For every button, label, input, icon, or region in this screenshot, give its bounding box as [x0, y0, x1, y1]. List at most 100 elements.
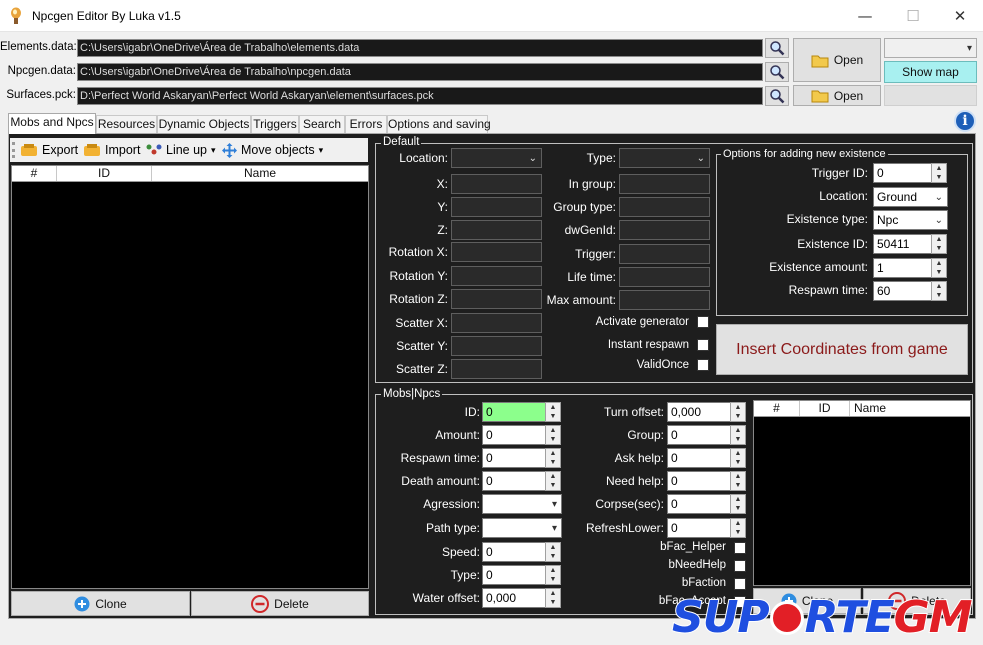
- corpse-field[interactable]: 0: [667, 494, 731, 514]
- instant-respawn-checkbox[interactable]: [697, 339, 709, 351]
- elements-browse-button[interactable]: [765, 38, 789, 58]
- death-amount-spinner[interactable]: ▲ ▼: [545, 471, 561, 491]
- mob-id-spinner[interactable]: ▲ ▼: [545, 402, 561, 422]
- line-up-dropdown[interactable]: Line up ▾: [146, 141, 216, 159]
- existence-id-spinner[interactable]: ▲ ▼: [931, 234, 947, 254]
- scatter-y-field[interactable]: [451, 336, 542, 356]
- dwgenid-field[interactable]: [619, 220, 710, 240]
- minimize-button[interactable]: —: [842, 0, 888, 32]
- location-select[interactable]: ⌄: [451, 148, 542, 168]
- corpse-spinner[interactable]: ▲ ▼: [730, 494, 746, 514]
- surfaces-browse-button[interactable]: [765, 86, 789, 106]
- option-respawn-time-spinner[interactable]: ▲ ▼: [931, 281, 947, 301]
- mobs-npcs-group-title: Mobs|Npcs: [381, 388, 443, 400]
- close-button[interactable]: ✕: [937, 0, 983, 32]
- turn-offset-spinner[interactable]: ▲ ▼: [730, 402, 746, 422]
- column-header-name[interactable]: Name: [152, 166, 368, 181]
- tab-mobs-and-npcs[interactable]: Mobs and Npcs: [8, 113, 96, 134]
- mob-type-spinner[interactable]: ▲ ▼: [545, 565, 561, 585]
- info-icon[interactable]: i: [954, 110, 976, 132]
- option-location-select[interactable]: Ground ⌄: [873, 187, 948, 207]
- trigger-id-spinner[interactable]: ▲ ▼: [931, 163, 947, 183]
- activate-generator-checkbox[interactable]: [697, 316, 709, 328]
- trigger-field[interactable]: [619, 244, 710, 264]
- existence-type-select[interactable]: Npc ⌄: [873, 210, 948, 230]
- maximize-button[interactable]: ☐: [890, 0, 936, 32]
- mob-type-field[interactable]: 0: [482, 565, 546, 585]
- max-amount-field[interactable]: [619, 290, 710, 310]
- path-type-select[interactable]: ▾: [482, 518, 562, 538]
- water-offset-field[interactable]: 0,000: [482, 588, 546, 608]
- show-map-button[interactable]: Show map: [884, 61, 977, 83]
- npcgen-browse-button[interactable]: [765, 62, 789, 82]
- existence-grid[interactable]: # ID Name: [11, 165, 369, 589]
- mob-column-header-name[interactable]: Name: [850, 401, 970, 416]
- existence-amount-spinner[interactable]: ▲ ▼: [931, 258, 947, 278]
- turn-offset-field[interactable]: 0,000: [667, 402, 731, 422]
- need-help-field[interactable]: 0: [667, 471, 731, 491]
- chevron-down-icon: ▼: [935, 292, 943, 299]
- mob-respawn-field[interactable]: 0: [482, 448, 546, 468]
- existence-amount-field[interactable]: 1: [873, 258, 932, 278]
- scatter-x-field[interactable]: [451, 313, 542, 333]
- import-button[interactable]: Import: [83, 141, 140, 159]
- surfaces-path-field[interactable]: D:\Perfect World Askaryan\Perfect World …: [77, 87, 763, 105]
- speed-spinner[interactable]: ▲ ▼: [545, 542, 561, 562]
- tab-resources[interactable]: Resources: [96, 115, 157, 133]
- group-spinner[interactable]: ▲ ▼: [730, 425, 746, 445]
- map-select[interactable]: ▾: [884, 38, 977, 58]
- clone-button[interactable]: Clone: [11, 591, 190, 616]
- x-field[interactable]: [451, 174, 542, 194]
- bneedhelp-checkbox[interactable]: [734, 560, 746, 572]
- rotation-z-field[interactable]: [451, 289, 542, 309]
- move-objects-dropdown[interactable]: Move objects ▾: [222, 141, 323, 159]
- trigger-id-field[interactable]: 0: [873, 163, 932, 183]
- tab-triggers[interactable]: Triggers: [251, 115, 299, 133]
- option-respawn-time-field[interactable]: 60: [873, 281, 932, 301]
- npcgen-path-field[interactable]: C:\Users\igabr\OneDrive\Área de Trabalho…: [77, 63, 763, 81]
- insert-coordinates-button[interactable]: Insert Coordinates from game: [716, 324, 968, 375]
- need-help-spinner[interactable]: ▲ ▼: [730, 471, 746, 491]
- open-surfaces-button[interactable]: Open: [793, 85, 881, 106]
- agression-select[interactable]: ▾: [482, 494, 562, 514]
- scatter-z-field[interactable]: [451, 359, 542, 379]
- bfaction-checkbox[interactable]: [734, 578, 746, 590]
- type-select[interactable]: ⌄: [619, 148, 710, 168]
- title-bar: Npcgen Editor By Luka v1.5 — ☐ ✕: [0, 0, 983, 32]
- water-offset-spinner[interactable]: ▲ ▼: [545, 588, 561, 608]
- y-field[interactable]: [451, 197, 542, 217]
- tab-dynamic-objects[interactable]: Dynamic Objects: [157, 115, 251, 133]
- rotation-x-field[interactable]: [451, 242, 542, 262]
- refresh-lower-spinner[interactable]: ▲ ▼: [730, 518, 746, 538]
- bfac-helper-checkbox[interactable]: [734, 542, 746, 554]
- in-group-field[interactable]: [619, 174, 710, 194]
- rotation-y-field[interactable]: [451, 266, 542, 286]
- elements-path-field[interactable]: C:\Users\igabr\OneDrive\Área de Trabalho…: [77, 39, 763, 57]
- mob-column-header-id[interactable]: ID: [800, 401, 850, 416]
- column-header-id[interactable]: ID: [57, 166, 152, 181]
- mob-amount-field[interactable]: 0: [482, 425, 546, 445]
- delete-button[interactable]: Delete: [191, 591, 369, 616]
- mob-respawn-spinner[interactable]: ▲ ▼: [545, 448, 561, 468]
- mob-id-field[interactable]: 0: [482, 402, 546, 422]
- group-type-field[interactable]: [619, 197, 710, 217]
- mob-amount-spinner[interactable]: ▲ ▼: [545, 425, 561, 445]
- z-field[interactable]: [451, 220, 542, 240]
- ask-help-field[interactable]: 0: [667, 448, 731, 468]
- existence-id-field[interactable]: 50411: [873, 234, 932, 254]
- tab-search[interactable]: Search: [299, 115, 345, 133]
- ask-help-spinner[interactable]: ▲ ▼: [730, 448, 746, 468]
- speed-field[interactable]: 0: [482, 542, 546, 562]
- open-button[interactable]: Open: [793, 38, 881, 82]
- export-button[interactable]: Export: [20, 141, 78, 159]
- column-header-index[interactable]: #: [12, 166, 57, 181]
- mob-column-header-index[interactable]: #: [754, 401, 800, 416]
- tab-options-and-saving[interactable]: Options and saving: [387, 115, 491, 133]
- death-amount-field[interactable]: 0: [482, 471, 546, 491]
- tab-errors[interactable]: Errors: [345, 115, 387, 133]
- group-field[interactable]: 0: [667, 425, 731, 445]
- refresh-lower-field[interactable]: 0: [667, 518, 731, 538]
- mob-list-grid[interactable]: # ID Name: [753, 400, 971, 586]
- life-time-field[interactable]: [619, 267, 710, 287]
- valid-once-checkbox[interactable]: [697, 359, 709, 371]
